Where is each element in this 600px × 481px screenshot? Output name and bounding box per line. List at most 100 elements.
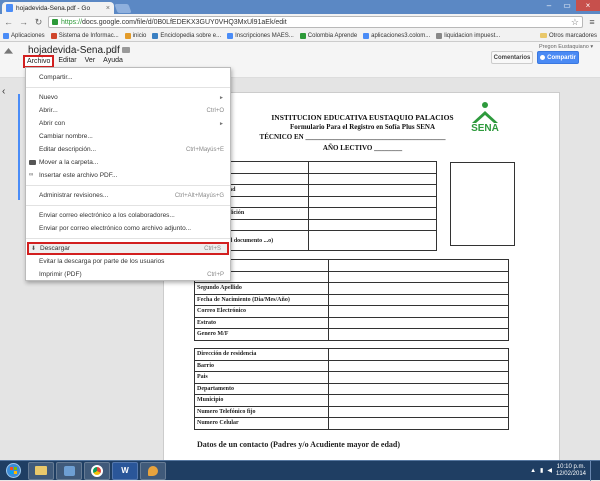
taskbar-media[interactable]	[56, 461, 82, 480]
reload-icon[interactable]: ↻	[33, 17, 44, 28]
show-hidden-icons-icon[interactable]: ▲	[530, 468, 536, 474]
bookmark-icon	[363, 32, 370, 39]
menu-item-abrir-con[interactable]: Abrir con ►	[26, 117, 230, 130]
lock-icon	[52, 19, 58, 25]
menu-divider	[26, 205, 230, 206]
tab-close-icon[interactable]: ×	[106, 5, 110, 12]
close-window-icon[interactable]: ×	[576, 0, 600, 11]
volume-icon[interactable]: ◀	[547, 467, 552, 474]
bookmark-item[interactable]: liquidacion impuest...	[436, 32, 500, 39]
chrome-icon	[91, 464, 103, 477]
media-icon	[63, 465, 75, 476]
photo-box	[450, 162, 515, 246]
taskbar-chrome[interactable]	[84, 461, 110, 480]
minimize-icon[interactable]: –	[540, 0, 558, 11]
table-row	[194, 259, 509, 272]
table-row: ...llido	[194, 270, 509, 283]
table-row: Municipio	[194, 394, 509, 407]
taskbar-paint[interactable]	[140, 461, 166, 480]
menu-item-correo-adjunto[interactable]: Enviar por correo electrónico como archi…	[26, 222, 230, 235]
bookmark-item[interactable]: Sistema de Informac...	[50, 32, 119, 39]
bookmark-item[interactable]: Colombia Aprende	[299, 32, 357, 39]
menu-item-revisiones[interactable]: Administrar revisiones... Ctrl+Alt+Mayús+…	[26, 189, 230, 202]
drive-logo-icon[interactable]	[4, 48, 13, 54]
table-row: Numero Telefónico fijo	[194, 405, 509, 418]
residence-table: Dirección de residencia Barrio Pais Depa…	[194, 348, 509, 430]
forward-arrow-icon[interactable]: →	[18, 17, 29, 28]
table-row: Barrio	[194, 359, 509, 372]
start-button[interactable]	[0, 461, 26, 481]
folder-icon	[29, 160, 36, 165]
table-row: Pais	[194, 371, 509, 384]
table-row: Fecha de Nacimiento (Dia/Mes/Año)	[194, 293, 509, 306]
personal-table: ...llido Segundo Apellido Fecha de Nacim…	[194, 259, 509, 341]
page-thumbnail-strip	[18, 94, 24, 200]
taskbar-word[interactable]: W	[112, 461, 138, 480]
bookmark-item[interactable]: aplicaciones3.colom...	[363, 32, 430, 39]
menu-item-abrir[interactable]: Abrir... Ctrl+O	[26, 104, 230, 117]
paint-icon	[148, 465, 158, 476]
person-icon	[540, 55, 546, 60]
table-row: Genero M/F	[194, 328, 509, 341]
menu-item-evitar-descarga[interactable]: Evitar la descarga por parte de los usua…	[26, 255, 230, 268]
menu-item-imprimir[interactable]: Imprimir (PDF) Ctrl+P	[26, 268, 230, 281]
window-controls: – ▭ ×	[540, 0, 600, 11]
system-tray: ▲ ▮ ◀ 10:10 p.m. 12/02/2014	[530, 460, 600, 481]
menu-item-descargar[interactable]: ⬇ Descargar Ctrl+S	[27, 242, 229, 255]
menu-divider	[26, 238, 230, 239]
bookmark-item[interactable]: Inscripciones MAES...	[227, 32, 294, 39]
menu-divider	[26, 87, 230, 88]
maximize-icon[interactable]: ▭	[558, 0, 576, 11]
archivo-dropdown-menu: Compartir... Nuevo ► Abrir... Ctrl+O Abrir…	[25, 67, 231, 281]
new-tab-button[interactable]	[114, 4, 132, 13]
link-icon: ∞	[29, 172, 34, 178]
bookmarks-bar: Aplicaciones Sistema de Informac... inic…	[0, 30, 600, 42]
menu-item-insertar[interactable]: ∞ Insertar este archivo PDF...	[26, 169, 230, 182]
tab-title: hojadevida-Sena.pdf - Go	[16, 4, 91, 12]
network-icon[interactable]: ▮	[540, 467, 543, 474]
bookmark-item[interactable]: Enciclopedia sobre e...	[152, 32, 221, 39]
bookmark-icon	[152, 32, 159, 39]
folder-icon	[539, 33, 547, 38]
apps-icon	[3, 32, 9, 39]
url-scheme: https://	[61, 18, 83, 26]
url-text: docs.google.com/file/d/0B0LfEDEKX3GUY0VH…	[82, 18, 287, 26]
bookmark-icon	[436, 32, 443, 39]
clock[interactable]: 10:10 p.m. 12/02/2014	[556, 464, 586, 478]
sena-wordmark: SENA	[471, 123, 499, 134]
windows-taskbar: W ▲ ▮ ◀ 10:10 p.m. 12/02/2014	[0, 460, 600, 481]
drive-favicon-icon	[6, 4, 13, 12]
taskbar-explorer[interactable]	[28, 461, 54, 480]
bookmark-item[interactable]: inicio	[124, 32, 146, 39]
menu-item-nuevo[interactable]: Nuevo ►	[26, 91, 230, 104]
bookmark-icon	[50, 32, 57, 39]
menu-item-compartir[interactable]: Compartir...	[26, 71, 230, 84]
table-row: Correo Electrónico	[194, 305, 509, 318]
bookmark-icon	[124, 32, 131, 39]
menu-item-cambiar-nombre[interactable]: Cambiar nombre...	[26, 130, 230, 143]
menu-item-correo-colaboradores[interactable]: Enviar correo electrónico a los colabora…	[26, 209, 230, 222]
collapse-panel-icon[interactable]: ‹	[2, 86, 5, 97]
menu-item-mover[interactable]: Mover a la carpeta...	[26, 156, 230, 169]
browser-menu-icon[interactable]: ≡	[587, 17, 597, 27]
comments-button[interactable]: Comentarios	[491, 51, 533, 64]
bookmark-item[interactable]: Aplicaciones	[3, 32, 45, 39]
share-button[interactable]: Compartir	[537, 51, 579, 64]
star-icon[interactable]: ☆	[109, 44, 117, 55]
browser-toolbar: ← → ↻ https://docs.google.com/file/d/0B0…	[0, 14, 600, 30]
user-account[interactable]: Pregon Eustaquiano ▾	[539, 44, 593, 50]
contact-section-title: Datos de un contacto (Padres y/o Acudien…	[197, 440, 401, 449]
show-desktop-button[interactable]	[590, 460, 596, 481]
bookmark-icon	[227, 32, 234, 39]
clock-date: 12/02/2014	[555, 470, 586, 477]
browser-tab[interactable]: hojadevida-Sena.pdf - Go ×	[2, 2, 114, 14]
bookmark-star-icon[interactable]: ☆	[571, 17, 579, 28]
address-bar[interactable]: https://docs.google.com/file/d/0B0LfEDEK…	[48, 16, 583, 28]
menu-item-editar-descripcion[interactable]: Editar descripción... Ctrl+Mayús+E	[26, 143, 230, 156]
table-row: Segundo Apellido	[194, 282, 509, 295]
download-arrow-icon: ⬇	[31, 246, 37, 252]
folder-icon[interactable]	[122, 47, 130, 53]
back-arrow-icon[interactable]: ←	[3, 17, 14, 28]
other-bookmarks[interactable]: Otros marcadores	[539, 33, 597, 39]
word-icon: W	[121, 466, 129, 475]
